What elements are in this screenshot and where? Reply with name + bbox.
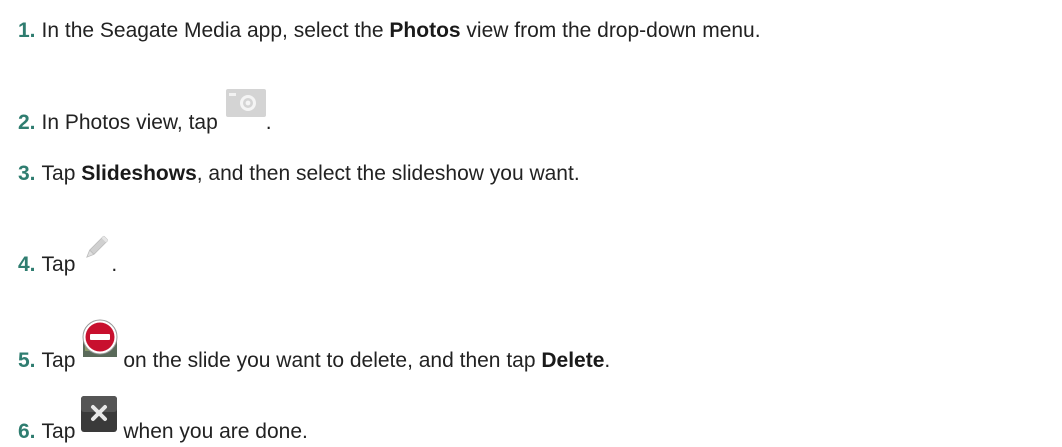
step-3: 3. Tap Slideshows, and then select the sl… (18, 162, 1062, 186)
step-text: view from the drop-down menu. (460, 19, 761, 42)
step-number: 6. (18, 420, 36, 443)
step-text: Tap (41, 162, 82, 185)
step-bold-text: Photos (389, 19, 461, 42)
step-4: 4. Tap . (18, 235, 1062, 277)
pencil-icon (81, 233, 111, 263)
step-text: Tap (41, 349, 76, 372)
step-1: 1. In the Seagate Media app, select the P… (18, 19, 1062, 43)
step-text: . (111, 253, 118, 276)
camera-icon (225, 89, 266, 117)
step-text: on the slide you want to delete, and the… (123, 349, 542, 372)
step-text: Tap (41, 420, 76, 443)
step-number: 2. (18, 111, 36, 134)
step-bold-text: Slideshows (81, 162, 197, 185)
step-text: In Photos view, tap (41, 111, 218, 134)
step-5: 5. Tap on the slide you want to delete, a… (18, 319, 1062, 373)
step-text: , and then select the slideshow you want… (196, 162, 580, 185)
step-text: . (604, 349, 611, 372)
step-number: 4. (18, 253, 36, 276)
step-2: 2. In Photos view, tap . (18, 89, 1062, 135)
step-bold-text: Delete (541, 349, 605, 372)
step-6: 6. Tap when you are done. (18, 396, 1062, 444)
delete-icon (81, 319, 119, 359)
close-icon (81, 396, 118, 432)
step-number: 1. (18, 19, 36, 42)
step-text: . (265, 111, 272, 134)
step-number: 3. (18, 162, 36, 185)
step-text: Tap (41, 253, 76, 276)
step-text: In the Seagate Media app, select the (41, 19, 390, 42)
step-number: 5. (18, 349, 36, 372)
step-text: when you are done. (123, 420, 308, 443)
